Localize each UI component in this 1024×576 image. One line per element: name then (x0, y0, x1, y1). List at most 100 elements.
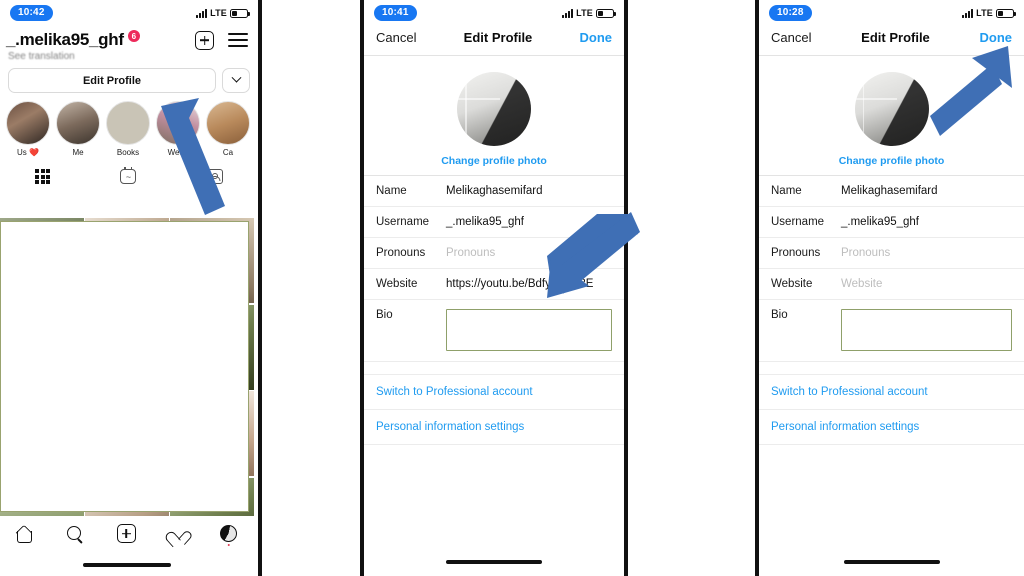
new-post-icon[interactable] (195, 30, 214, 50)
personal-information-settings-link[interactable]: Personal information settings (759, 410, 1024, 445)
switch-professional-account-link[interactable]: Switch to Professional account (364, 374, 624, 410)
form-row-pronouns[interactable]: Pronouns Pronouns (759, 238, 1024, 269)
form-row-website[interactable]: Website Website (759, 269, 1024, 300)
avatar[interactable] (854, 72, 929, 146)
highlight-item[interactable]: Books (106, 101, 150, 157)
screenshot-stage: 10:42 LTE _.melika95_ghf 6 See translati… (0, 0, 1024, 576)
highlight-item[interactable]: Us ❤️ (6, 101, 50, 157)
highlight-item[interactable]: Wedd (156, 101, 200, 157)
battery-icon (230, 8, 250, 18)
field-label: Username (376, 216, 430, 228)
username-badge: 6 (127, 30, 140, 42)
website-field-value[interactable]: Website (841, 278, 882, 290)
edit-profile-form: Name Melikaghasemifard Username _.melika… (759, 175, 1024, 362)
edit-profile-nav-bar: Cancel Edit Profile Done (759, 26, 1024, 56)
home-indicator (446, 560, 542, 564)
field-label: Bio (376, 309, 393, 321)
edit-profile-form: Name Melikaghasemifard Username _.melika… (364, 175, 624, 362)
field-label: Website (771, 278, 813, 290)
status-clock: 10:42 (10, 5, 53, 21)
edit-profile-button[interactable]: Edit Profile (8, 68, 216, 93)
form-row-username[interactable]: Username _.melika95_ghf (759, 207, 1024, 238)
form-row-website[interactable]: Website https://youtu.be/BdfyELffD3E (364, 269, 624, 300)
change-profile-photo-link[interactable]: Change profile photo (364, 155, 624, 167)
username-field-value[interactable]: _.melika95_ghf (446, 216, 524, 228)
status-indicators: LTE (562, 8, 616, 18)
story-highlights: Us ❤️ Me Books Wedd Ca (0, 93, 258, 157)
form-row-username[interactable]: Username _.melika95_ghf (364, 207, 624, 238)
avatar-section: Change profile photo (759, 56, 1024, 175)
page-title: Edit Profile (861, 30, 930, 45)
highlight-label: Wedd (167, 148, 189, 157)
profile-username[interactable]: _.melika95_ghf 6 (6, 30, 140, 50)
new-post-icon[interactable] (116, 524, 136, 543)
phone-panel-edit-before: 10:41 LTE Cancel Edit Profile Done Chang… (360, 0, 628, 576)
signal-bars-icon (962, 8, 974, 18)
network-label: LTE (576, 8, 593, 18)
phone-panel-profile: 10:42 LTE _.melika95_ghf 6 See translati… (0, 0, 262, 576)
switch-professional-account-link[interactable]: Switch to Professional account (759, 374, 1024, 410)
see-translation-link[interactable]: See translation (0, 50, 258, 62)
form-row-bio[interactable]: Bio (759, 300, 1024, 362)
name-field-value[interactable]: Melikaghasemifard (841, 185, 938, 197)
status-indicators: LTE (196, 8, 250, 18)
avatar[interactable] (457, 72, 531, 146)
profile-avatar-icon[interactable] (220, 525, 238, 542)
profile-header-actions (195, 30, 248, 50)
chevron-down-icon (231, 72, 241, 83)
field-label: Pronouns (771, 247, 821, 259)
done-button[interactable]: Done (980, 30, 1013, 45)
avatar-section: Change profile photo (364, 56, 624, 175)
cancel-button[interactable]: Cancel (376, 30, 416, 45)
status-clock: 10:41 (374, 5, 417, 21)
reels-icon[interactable]: ~ (120, 167, 137, 184)
home-indicator (843, 560, 940, 564)
highlight-label: Me (72, 148, 84, 157)
activity-heart-icon[interactable] (170, 526, 193, 546)
search-icon[interactable] (67, 525, 83, 542)
personal-information-settings-link[interactable]: Personal information settings (364, 410, 624, 445)
profile-header: _.melika95_ghf 6 (0, 26, 258, 50)
field-label: Website (376, 278, 418, 290)
battery-icon (996, 8, 1016, 18)
field-label: Name (376, 185, 407, 197)
bio-field-input[interactable] (841, 309, 1012, 351)
highlight-label: Ca (222, 148, 234, 157)
profile-more-button[interactable] (222, 68, 250, 93)
profile-tab-bar: ~ (0, 161, 258, 190)
pronouns-field-value[interactable]: Pronouns (446, 247, 495, 259)
status-indicators: LTE (962, 8, 1016, 18)
profile-username-text: _.melika95_ghf (6, 30, 124, 49)
battery-icon (596, 8, 616, 18)
form-row-name[interactable]: Name Melikaghasemifard (364, 176, 624, 207)
phone-panel-edit-after: 10:28 LTE Cancel Edit Profile Done Chang… (755, 0, 1024, 576)
signal-bars-icon (196, 8, 208, 18)
home-indicator (83, 563, 171, 567)
website-field-value[interactable]: https://youtu.be/BdfyELffD3E (446, 278, 593, 290)
status-bar: 10:41 LTE (364, 0, 624, 26)
done-button[interactable]: Done (580, 30, 613, 45)
highlight-thumbnail (6, 101, 50, 145)
form-row-bio[interactable]: Bio (364, 300, 624, 362)
highlight-item[interactable]: Me (56, 101, 100, 157)
bottom-navigation-bar (0, 516, 254, 576)
cancel-button[interactable]: Cancel (771, 30, 811, 45)
field-label: Pronouns (376, 247, 426, 259)
name-field-value[interactable]: Melikaghasemifard (446, 185, 543, 197)
username-field-value[interactable]: _.melika95_ghf (841, 216, 919, 228)
change-profile-photo-link[interactable]: Change profile photo (759, 155, 1024, 167)
field-label: Name (771, 185, 802, 197)
form-row-pronouns[interactable]: Pronouns Pronouns (364, 238, 624, 269)
white-redaction-overlay (0, 221, 249, 512)
highlight-thumbnail (156, 101, 200, 145)
home-icon[interactable] (16, 526, 34, 543)
tagged-icon[interactable] (206, 169, 223, 184)
page-title: Edit Profile (463, 30, 533, 45)
pronouns-field-value[interactable]: Pronouns (841, 247, 890, 259)
highlight-item[interactable]: Ca (206, 101, 250, 157)
grid-icon[interactable] (35, 169, 51, 184)
bio-field-input[interactable] (446, 309, 612, 351)
form-row-name[interactable]: Name Melikaghasemifard (759, 176, 1024, 207)
hamburger-menu-icon[interactable] (228, 33, 248, 47)
bottom-nav-row (0, 524, 254, 546)
